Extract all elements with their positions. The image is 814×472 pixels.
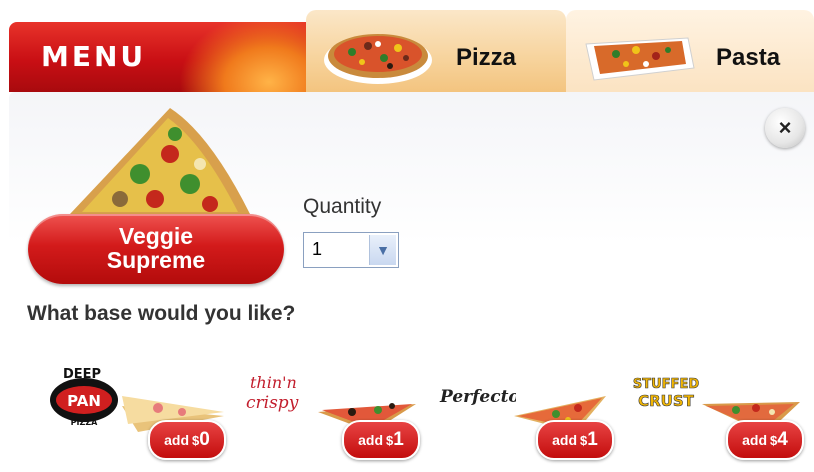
deep-pan-logo-line3: PIZZA [71, 418, 98, 427]
add-currency: $ [580, 432, 588, 448]
flame-decoration [179, 22, 309, 92]
add-price: 0 [199, 429, 210, 450]
thin-crispy-logo-line2: crispy [246, 393, 299, 413]
tab-pizza-label: Pizza [456, 44, 517, 71]
quantity-label: Quantity [303, 195, 382, 218]
tab-pasta[interactable]: Pasta [566, 10, 814, 92]
add-currency: $ [386, 432, 394, 448]
base-question: What base would you like? [27, 302, 296, 325]
stuffed-crust-logo-line1: STUFFED [633, 377, 699, 392]
deep-pan-logo-line2: PAN [67, 392, 101, 410]
add-button-perfecto[interactable]: add $1 [536, 420, 614, 460]
base-option-perfecto[interactable]: Perfecto add $1 [436, 362, 626, 462]
add-word: add [164, 432, 190, 448]
close-button[interactable]: × [765, 108, 805, 148]
thin-crispy-logo-line1: thin'n [250, 373, 297, 392]
product-name-line2: Supreme [106, 247, 206, 273]
thin-crispy-logo: thin'n crispy [246, 373, 299, 413]
base-option-stuffed-crust[interactable]: STUFFED CRUST add $4 [626, 362, 814, 462]
add-price: 1 [587, 429, 598, 450]
product-name-line1: Veggie [118, 223, 194, 249]
close-icon: × [778, 115, 792, 140]
base-option-thin-crispy[interactable]: thin'n crispy add $1 [242, 362, 432, 462]
quantity-select[interactable]: 1 ▼ [303, 232, 399, 268]
product-name-badge: Veggie Supreme [28, 214, 284, 284]
add-button-thin-crispy[interactable]: add $1 [342, 420, 420, 460]
pasta-dish-icon [585, 37, 695, 81]
menu-banner: MENU [9, 22, 309, 92]
add-price: 4 [777, 429, 788, 450]
stuffed-crust-logo-line2: CRUST [638, 392, 695, 410]
veggie-pizza-slice-image [70, 108, 250, 214]
add-word: add [358, 432, 384, 448]
add-word: add [552, 432, 578, 448]
perfecto-logo-line1: Perfecto [439, 387, 516, 407]
tab-pasta-label: Pasta [716, 44, 781, 71]
add-button-stuffed-crust[interactable]: add $4 [726, 420, 804, 460]
add-price: 1 [393, 429, 404, 450]
tab-pizza[interactable]: Pizza [306, 10, 566, 92]
add-currency: $ [770, 432, 778, 448]
menu-label: MENU [41, 40, 147, 73]
add-word: add [742, 432, 768, 448]
stuffed-crust-logo: STUFFED CRUST [633, 377, 700, 411]
add-button-deep-pan[interactable]: add $0 [148, 420, 226, 460]
quantity-value: 1 [312, 239, 323, 259]
deep-pan-logo: DEEP PAN PIZZA [50, 367, 118, 427]
perfecto-logo: Perfecto [439, 387, 516, 407]
base-option-deep-pan[interactable]: DEEP PAN PIZZA add $0 [48, 362, 238, 462]
pizza-icon [324, 34, 432, 84]
chevron-down-icon[interactable]: ▼ [369, 235, 396, 265]
add-currency: $ [192, 432, 200, 448]
deep-pan-logo-line1: DEEP [63, 367, 101, 382]
menu-tab-bar: MENU Pizza Pasta [0, 0, 814, 92]
